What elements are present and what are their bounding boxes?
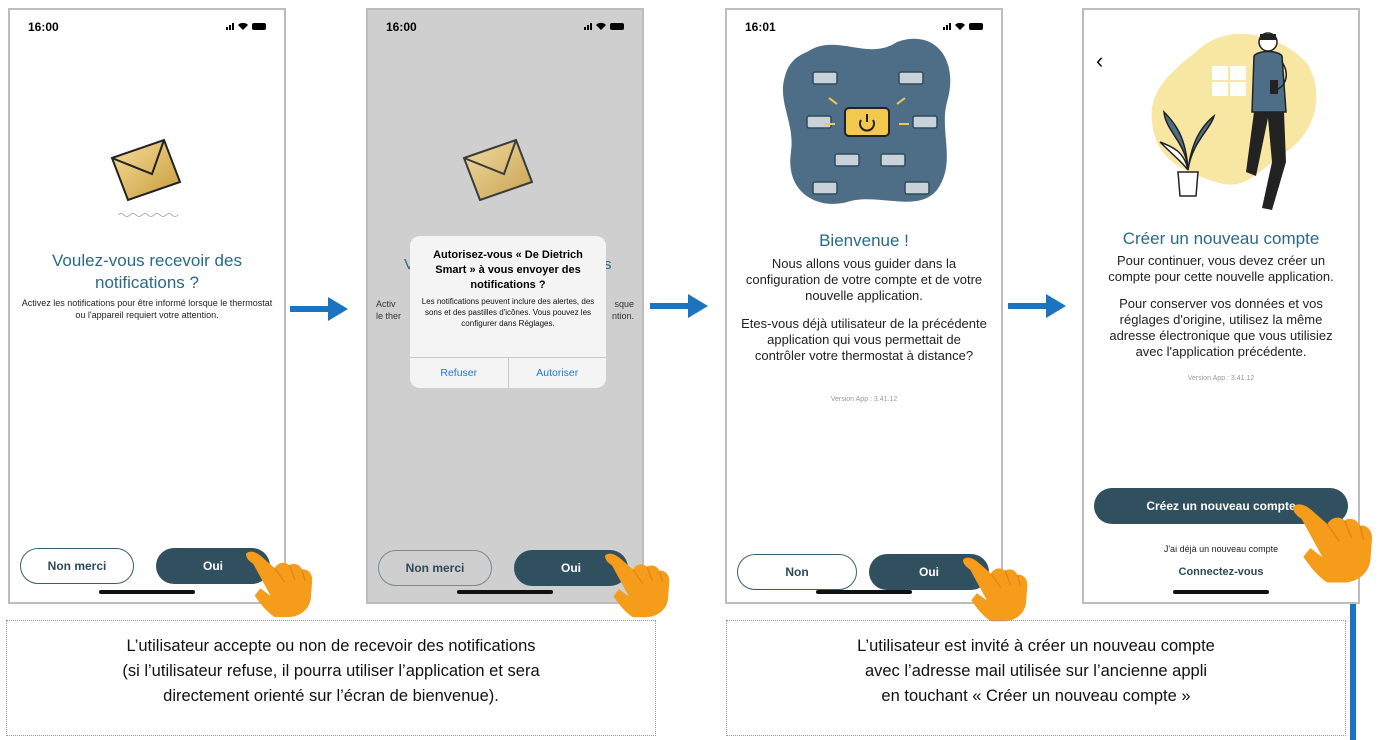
bg-text-fragment-right: sque ntion.: [612, 298, 634, 322]
app-version: Version App : 3.41.12: [1187, 375, 1255, 382]
status-icons: [226, 22, 266, 30]
no-thanks-button[interactable]: Non merci: [378, 550, 492, 586]
description-text: Activez les notifications pour être info…: [21, 298, 273, 320]
home-indicator: [457, 590, 553, 594]
intro-text: Nous allons vous guider dans la configur…: [745, 256, 983, 303]
signal-icon: [226, 22, 234, 30]
bg-text-right-line1: sque: [614, 299, 634, 309]
status-icons: [584, 22, 624, 30]
caption-notifications: L’utilisateur accepte ou non de recevoir…: [6, 620, 656, 736]
bg-text-left-line2: le ther: [376, 311, 402, 321]
instruction-text: Pour conserver vos données et vos réglag…: [1109, 296, 1333, 359]
caption-line: L’utilisateur est invité à créer un nouv…: [857, 637, 1215, 655]
caption-line: L’utilisateur accepte ou non de recevoir…: [126, 637, 536, 655]
status-bar: 16:00: [28, 20, 266, 36]
caption-line: avec l’adresse mail utilisée sur l’ancie…: [864, 662, 1208, 680]
no-thanks-button[interactable]: Non merci: [20, 548, 134, 584]
tap-hand-icon: [245, 550, 313, 618]
caption-line: directement orienté sur l’écran de bienv…: [163, 687, 499, 705]
signal-icon: [584, 22, 592, 30]
home-indicator: [816, 590, 912, 594]
wifi-icon: [596, 22, 606, 30]
arrow-right-icon: [650, 294, 708, 318]
bg-text-right-line2: ntion.: [611, 311, 634, 321]
caption-line: en touchant « Créer un nouveau compte »: [881, 687, 1191, 705]
home-indicator: [99, 590, 195, 594]
phone-screen-notifications: 16:00 Voulez-vous recevoir des notificat…: [8, 8, 286, 604]
envelope-icon: [463, 139, 533, 201]
signal-icon: [943, 22, 951, 30]
status-time: 16:00: [386, 20, 417, 34]
dialog-buttons: Refuser Autoriser: [410, 357, 606, 388]
status-time: 16:01: [745, 20, 776, 34]
thermostat-illustration: [782, 38, 951, 204]
intro-text: Pour continuer, vous devez créer un comp…: [1108, 253, 1334, 284]
status-time: 16:00: [28, 20, 59, 34]
battery-icon: [969, 22, 983, 30]
wifi-icon: [955, 22, 965, 30]
battery-icon: [610, 22, 624, 30]
refuse-button[interactable]: Refuser: [410, 358, 508, 388]
bg-text-fragment-left: Activ le ther: [376, 298, 401, 322]
caption-create-account: L’utilisateur est invité à créer un nouv…: [726, 620, 1346, 736]
page-title: Voulez-vous recevoir des notifications ?: [52, 251, 242, 292]
person-phone-illustration: [1151, 32, 1317, 210]
tap-hand-icon: [1292, 503, 1373, 584]
tap-hand-icon: [604, 552, 671, 618]
bg-text-left-line1: Activ: [376, 299, 396, 309]
phone-screen-permission: 16:00 V s Activ le ther sque ntion. Auto…: [366, 8, 644, 604]
status-bar: 16:00: [386, 20, 624, 36]
wifi-icon: [238, 22, 248, 30]
envelope-icon: [111, 139, 181, 201]
caption-line: (si l’utilisateur refuse, il pourra util…: [122, 662, 540, 680]
dialog-title: Autorisez-vous « De Dietrich Smart » à v…: [433, 249, 583, 291]
back-icon[interactable]: ‹: [1096, 48, 1103, 74]
phone-screen-welcome: 16:01 Bienvenue ! Nous allons vous guide…: [725, 8, 1003, 604]
app-version: Version App : 3.41.12: [830, 396, 898, 403]
flow-connector-line: [1350, 604, 1356, 740]
home-indicator: [1173, 590, 1269, 594]
page-title: Créer un nouveau compte: [1122, 229, 1320, 248]
tap-hand-icon: [962, 556, 1029, 622]
permission-dialog: Autorisez-vous « De Dietrich Smart » à v…: [410, 236, 606, 388]
battery-icon: [252, 22, 266, 30]
allow-button[interactable]: Autoriser: [507, 358, 607, 388]
arrow-right-icon: [1008, 294, 1066, 318]
no-button[interactable]: Non: [737, 554, 857, 590]
arrow-right-icon: [290, 297, 348, 321]
shadow-line-icon: [118, 213, 178, 217]
dialog-text: Les notifications peuvent inclure des al…: [421, 297, 595, 328]
page-title: Bienvenue !: [819, 231, 909, 250]
question-text: Etes-vous déjà utilisateur de la précéde…: [741, 316, 987, 363]
status-icons: [943, 22, 983, 30]
